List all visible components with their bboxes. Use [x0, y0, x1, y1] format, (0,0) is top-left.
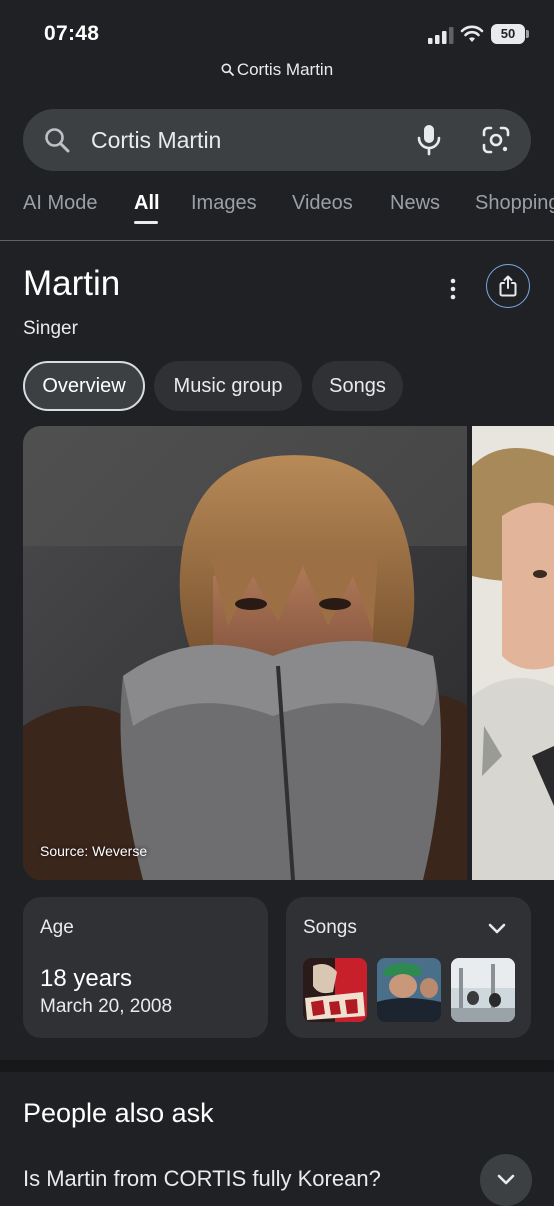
- status-time: 07:48: [44, 22, 100, 45]
- portrait-image: [23, 426, 467, 880]
- share-button[interactable]: [486, 264, 530, 308]
- battery-icon: 50: [491, 24, 525, 44]
- chip-overview[interactable]: Overview: [23, 361, 145, 411]
- active-tab-indicator: [134, 221, 158, 224]
- people-also-ask-title: People also ask: [23, 1098, 214, 1128]
- share-icon: [499, 275, 517, 297]
- age-label: Age: [40, 917, 74, 938]
- entity-subtitle: Singer: [23, 318, 78, 339]
- secondary-portrait-image: [472, 426, 554, 880]
- section-divider: [0, 1060, 554, 1072]
- status-bar: 07:48 50: [0, 0, 554, 60]
- chevron-down-icon[interactable]: [486, 919, 508, 937]
- search-tabs: AI Mode All Images Videos News Shopping: [0, 186, 554, 226]
- paa-question[interactable]: Is Martin from CORTIS fully Korean?: [23, 1166, 381, 1192]
- tab-videos[interactable]: Videos: [292, 192, 353, 215]
- song-artwork-2: [377, 958, 441, 1022]
- photo-source-credit: Source: Weverse: [40, 843, 148, 859]
- google-lens-icon[interactable]: [481, 125, 511, 155]
- song-artwork-1: [303, 958, 367, 1022]
- tab-all[interactable]: All: [134, 192, 160, 215]
- chip-songs[interactable]: Songs: [312, 361, 403, 411]
- song-artwork-3: [451, 958, 515, 1022]
- age-value: 18 years: [40, 965, 133, 992]
- url-bar[interactable]: Cortis Martin: [0, 60, 554, 80]
- tab-news[interactable]: News: [390, 192, 440, 215]
- search-icon[interactable]: [43, 126, 71, 154]
- paa-expand-button[interactable]: [480, 1154, 532, 1206]
- tab-shopping[interactable]: Shopping: [475, 192, 554, 215]
- search-input[interactable]: Cortis Martin: [91, 126, 221, 154]
- chip-music-group[interactable]: Music group: [154, 361, 302, 411]
- song-thumbnail-2[interactable]: [377, 958, 441, 1022]
- song-thumbnail-1[interactable]: [303, 958, 367, 1022]
- wifi-icon: [460, 25, 484, 42]
- chevron-down-icon: [497, 1174, 515, 1185]
- tabs-divider: [0, 240, 554, 241]
- url-search-icon: [221, 63, 234, 76]
- tab-ai-mode[interactable]: AI Mode: [23, 192, 97, 215]
- entity-photo-secondary[interactable]: [472, 426, 554, 880]
- more-options-icon[interactable]: [443, 277, 463, 301]
- birth-date: March 20, 2008: [40, 996, 173, 1017]
- cellular-signal-icon: [428, 27, 454, 44]
- tab-images[interactable]: Images: [191, 192, 257, 215]
- microphone-icon[interactable]: [414, 124, 444, 156]
- entity-photo-main[interactable]: [23, 426, 467, 880]
- url-query: Cortis Martin: [236, 60, 334, 79]
- songs-card-label: Songs: [303, 917, 357, 938]
- song-thumbnail-3[interactable]: [451, 958, 515, 1022]
- battery-tip: [526, 30, 529, 38]
- entity-title: Martin: [23, 264, 121, 303]
